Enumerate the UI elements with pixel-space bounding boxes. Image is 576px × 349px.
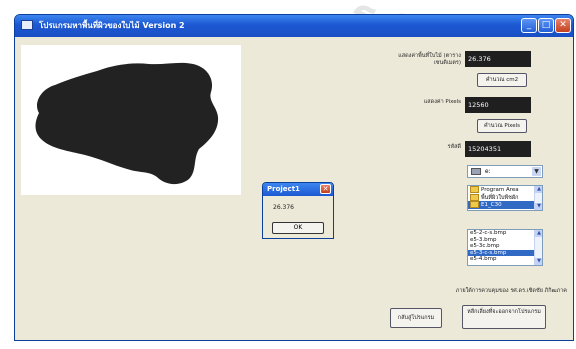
calculate-pixels-button[interactable]: คำนวณ Pixels <box>477 119 527 133</box>
pixels-label: แสดงค่า Pixels <box>423 99 461 105</box>
app-icon <box>21 20 33 30</box>
folder-list[interactable]: Program Area พื้นที่ผิวใบพืชผัก E1_C30 ▲… <box>467 185 543 211</box>
folder-icon <box>470 201 479 208</box>
maximize-button[interactable]: □ <box>538 18 554 33</box>
id-value-field[interactable]: 15204351 <box>465 141 531 157</box>
folder-list-scrollbar[interactable]: ▲ ▼ <box>534 186 542 210</box>
folder-item-selected[interactable]: E1_C30 <box>468 201 542 209</box>
chevron-down-icon[interactable]: ▼ <box>532 167 541 176</box>
pixels-value-field[interactable]: 12560 <box>465 97 531 113</box>
message-box-title-bar[interactable]: Project1 ✕ <box>263 183 333 196</box>
window-title: โปรแกรมหาพื้นที่ผิวของใบไม้ Version 2 <box>39 21 185 30</box>
drive-value: e: <box>484 168 491 175</box>
area-label: แสดงค่าพื้นที่ใบไม้ (ตารางเซนติเมตร) <box>398 53 461 66</box>
file-item[interactable]: e5-4.bmp <box>468 256 542 263</box>
title-bar[interactable]: โปรแกรมหาพื้นที่ผิวของใบไม้ Version 2 _ … <box>15 15 573 37</box>
message-box-title: Project1 <box>267 185 300 193</box>
file-list[interactable]: e5-2-c-s.bmp e5-3.bmp e5-3c.bmp e5-3-c-s… <box>467 229 543 266</box>
folder-icon <box>470 193 479 201</box>
id-label: รหัสดี <box>447 144 461 150</box>
scroll-up-icon[interactable]: ▲ <box>535 186 542 193</box>
credit-text: ภายใต้การควบคุมของ รศ.ดร.เชิดชัย ภิกิฒภา… <box>455 288 567 294</box>
back-to-program-button[interactable]: กลับสู่โปรแกรม <box>390 308 442 328</box>
minimize-button[interactable]: _ <box>521 18 537 33</box>
main-window: โปรแกรมหาพื้นที่ผิวของใบไม้ Version 2 _ … <box>14 14 574 341</box>
area-value-field[interactable]: 26.376 <box>465 51 531 67</box>
calculate-cm2-button[interactable]: คำนวณ cm2 <box>477 73 527 87</box>
exit-program-button[interactable]: หลีกเลี่ยงที่จะออกจากโปรแกรม <box>462 305 546 329</box>
close-button[interactable]: ✕ <box>555 18 571 33</box>
folder-icon <box>470 186 479 193</box>
file-list-scrollbar[interactable]: ▲ ▼ <box>534 230 542 265</box>
scroll-down-icon[interactable]: ▼ <box>535 258 542 265</box>
leaf-image-panel <box>21 45 241 195</box>
drive-icon <box>471 168 481 175</box>
ok-button[interactable]: OK <box>272 222 324 234</box>
drive-select[interactable]: e: ▼ <box>467 165 543 178</box>
message-text: 26.376 <box>273 204 294 211</box>
scroll-up-icon[interactable]: ▲ <box>535 230 542 237</box>
message-box: Project1 ✕ 26.376 OK <box>262 182 334 239</box>
folder-item[interactable]: พื้นที่ผิวใบพืชผัก <box>468 193 542 202</box>
folder-item[interactable]: Program Area <box>468 186 542 194</box>
leaf-silhouette-image <box>35 62 219 185</box>
close-icon[interactable]: ✕ <box>320 184 331 194</box>
scroll-down-icon[interactable]: ▼ <box>535 203 542 210</box>
